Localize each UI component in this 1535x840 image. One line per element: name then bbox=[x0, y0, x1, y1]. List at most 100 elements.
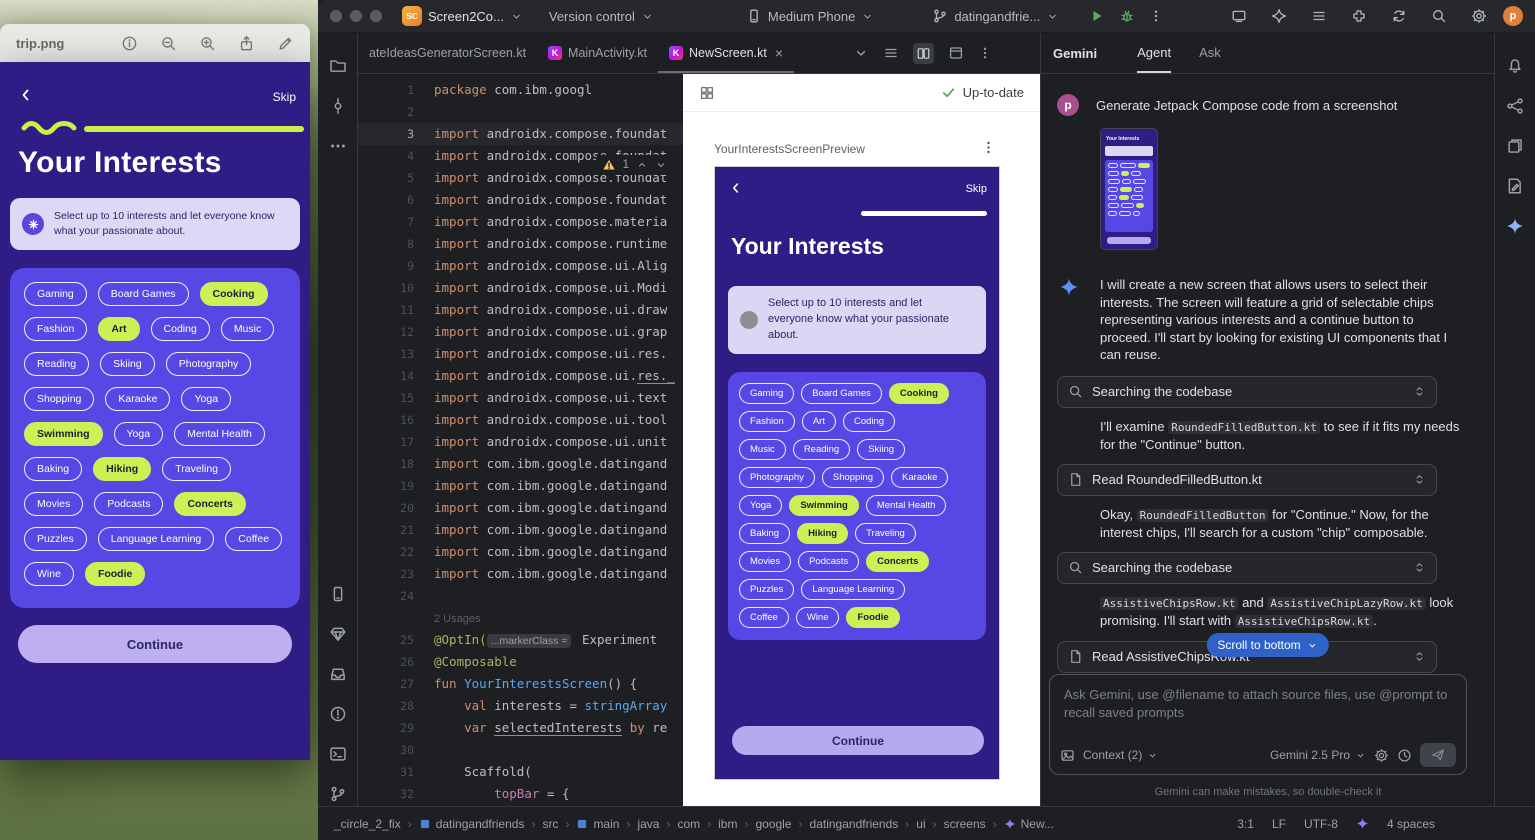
interest-chip: Art bbox=[802, 411, 836, 432]
gemini-prompt-box[interactable]: Context (2) Gemini 2.5 Pro bbox=[1049, 674, 1467, 775]
breadcrumb-item[interactable]: com bbox=[677, 817, 700, 831]
scroll-to-bottom-button[interactable]: Scroll to bottom bbox=[1206, 633, 1328, 657]
status-widget[interactable]: 3:1 bbox=[1237, 817, 1254, 831]
close-tab-icon[interactable]: × bbox=[775, 45, 783, 61]
breadcrumb-item[interactable]: main bbox=[576, 817, 619, 831]
interest-chip-row: CoffeeWineFoodie bbox=[739, 607, 986, 628]
screenshot-attachment-thumbnail[interactable]: Your Interests bbox=[1100, 128, 1158, 250]
run-configuration-selector[interactable]: datingandfrie... bbox=[932, 8, 1059, 24]
split-view-toggle[interactable] bbox=[913, 43, 934, 64]
gemini-settings-icon[interactable] bbox=[1374, 748, 1389, 763]
sync-icon[interactable] bbox=[1391, 8, 1407, 24]
breadcrumb-item[interactable]: screens bbox=[944, 817, 986, 831]
version-control-icon[interactable] bbox=[329, 785, 347, 803]
terminal-icon[interactable] bbox=[329, 745, 347, 763]
expand-collapse-icon[interactable] bbox=[1413, 473, 1426, 486]
preview-options-icon[interactable] bbox=[981, 140, 996, 155]
inspections-widget[interactable]: 1 bbox=[596, 155, 673, 175]
code-text: import androidx.compose.ui.res._ bbox=[434, 365, 675, 387]
search-icon[interactable] bbox=[1431, 8, 1447, 24]
expand-collapse-icon[interactable] bbox=[1413, 385, 1426, 398]
app-inspection-icon[interactable] bbox=[1506, 177, 1524, 195]
build-icon[interactable] bbox=[329, 665, 347, 683]
device-selector[interactable]: Medium Phone bbox=[746, 8, 874, 24]
run-button[interactable] bbox=[1089, 8, 1105, 24]
problems-icon[interactable] bbox=[329, 705, 347, 723]
code-editor[interactable]: 1package com.ibm.googl23import androidx.… bbox=[358, 74, 683, 806]
gemini-tab-ask[interactable]: Ask bbox=[1199, 33, 1221, 73]
line-number: 29 bbox=[358, 717, 414, 739]
previous-problem-icon[interactable] bbox=[636, 159, 648, 171]
minimize-window-button[interactable] bbox=[350, 10, 362, 22]
gemini-tab-agent[interactable]: Agent bbox=[1137, 33, 1171, 73]
ai-actions-icon[interactable] bbox=[1271, 8, 1287, 24]
line-number: 5 bbox=[358, 167, 414, 189]
device-manager-icon[interactable] bbox=[329, 585, 347, 603]
breadcrumb-item[interactable]: src bbox=[542, 817, 558, 831]
cast-icon[interactable] bbox=[1231, 8, 1247, 24]
expand-collapse-icon[interactable] bbox=[1413, 561, 1426, 574]
status-widget[interactable]: 4 spaces bbox=[1387, 817, 1435, 831]
todo-icon[interactable] bbox=[1311, 8, 1327, 24]
model-selector[interactable]: Gemini 2.5 Pro bbox=[1270, 748, 1366, 762]
zoom-in-icon[interactable] bbox=[199, 35, 216, 52]
tab-label: MainActivity.kt bbox=[568, 46, 647, 60]
breadcrumb-item[interactable]: google bbox=[755, 817, 791, 831]
breadcrumb-item[interactable]: New... bbox=[1004, 817, 1054, 831]
tool-call-row[interactable]: Searching the codebase bbox=[1057, 552, 1437, 584]
more-actions-icon[interactable] bbox=[1149, 8, 1163, 24]
star8-icon bbox=[28, 219, 39, 230]
user-avatar[interactable]: p bbox=[1503, 6, 1523, 26]
editor-tab[interactable]: ateIdeasGeneratorScreen.kt bbox=[358, 33, 537, 73]
debug-button[interactable] bbox=[1119, 8, 1135, 24]
resource-manager-icon[interactable] bbox=[329, 625, 347, 643]
notifications-icon[interactable] bbox=[1506, 57, 1524, 75]
device-explorer-icon[interactable] bbox=[1506, 97, 1524, 115]
editor-options-icon[interactable] bbox=[978, 45, 992, 61]
expand-collapse-icon[interactable] bbox=[1413, 650, 1426, 663]
preview-layout-icon[interactable] bbox=[699, 85, 715, 101]
gemini-status-icon[interactable] bbox=[1356, 817, 1369, 830]
send-button[interactable] bbox=[1420, 743, 1456, 767]
gemini-icon[interactable] bbox=[1506, 217, 1524, 235]
attach-image-icon[interactable] bbox=[1060, 748, 1075, 763]
breadcrumb-item[interactable]: datingandfriends bbox=[810, 817, 899, 831]
image-viewer-toolbar: trip.png bbox=[0, 24, 310, 62]
code-line: 16import androidx.compose.ui.tool bbox=[358, 409, 683, 431]
share-icon[interactable] bbox=[238, 35, 255, 52]
status-widget[interactable]: UTF-8 bbox=[1304, 817, 1338, 831]
project-folder-icon[interactable] bbox=[329, 57, 347, 75]
tool-call-row[interactable]: Read RoundedFilledButton.kt bbox=[1057, 464, 1437, 496]
context-selector[interactable]: Context (2) bbox=[1083, 748, 1158, 762]
editor-tab[interactable]: KMainActivity.kt bbox=[537, 33, 658, 73]
vcs-widget[interactable]: Version control bbox=[549, 9, 654, 24]
code-view-icon[interactable] bbox=[883, 45, 899, 61]
breadcrumb-item[interactable]: java bbox=[637, 817, 659, 831]
code-text: import com.ibm.google.datingand bbox=[434, 563, 667, 585]
next-problem-icon[interactable] bbox=[655, 159, 667, 171]
close-window-button[interactable] bbox=[330, 10, 342, 22]
info-icon[interactable] bbox=[121, 35, 138, 52]
gemini-panel-title: Gemini bbox=[1053, 46, 1097, 61]
commit-icon[interactable] bbox=[329, 97, 347, 115]
status-widget[interactable]: LF bbox=[1272, 817, 1286, 831]
editor-tab[interactable]: KNewScreen.kt× bbox=[658, 33, 794, 73]
editor-view-controls bbox=[853, 33, 992, 73]
markup-icon[interactable] bbox=[277, 35, 294, 52]
breadcrumb-item[interactable]: ui bbox=[916, 817, 925, 831]
hidden-tabs-icon[interactable] bbox=[853, 45, 869, 61]
logcat-icon[interactable] bbox=[1506, 137, 1524, 155]
plugins-icon[interactable] bbox=[1351, 8, 1367, 24]
tool-call-row[interactable]: Searching the codebase bbox=[1057, 376, 1437, 408]
project-selector[interactable]: SC Screen2Co... bbox=[402, 6, 523, 26]
design-view-icon[interactable] bbox=[948, 45, 964, 61]
breadcrumb-item[interactable]: datingandfriends bbox=[419, 817, 525, 831]
breadcrumb-item[interactable]: ibm bbox=[718, 817, 737, 831]
gemini-prompt-input[interactable] bbox=[1062, 684, 1454, 726]
settings-icon[interactable] bbox=[1471, 8, 1487, 24]
breadcrumb-item[interactable]: _circle_2_fix bbox=[334, 817, 401, 831]
history-icon[interactable] bbox=[1397, 748, 1412, 763]
more-icon[interactable] bbox=[329, 137, 347, 155]
zoom-window-button[interactable] bbox=[370, 10, 382, 22]
zoom-out-icon[interactable] bbox=[160, 35, 177, 52]
